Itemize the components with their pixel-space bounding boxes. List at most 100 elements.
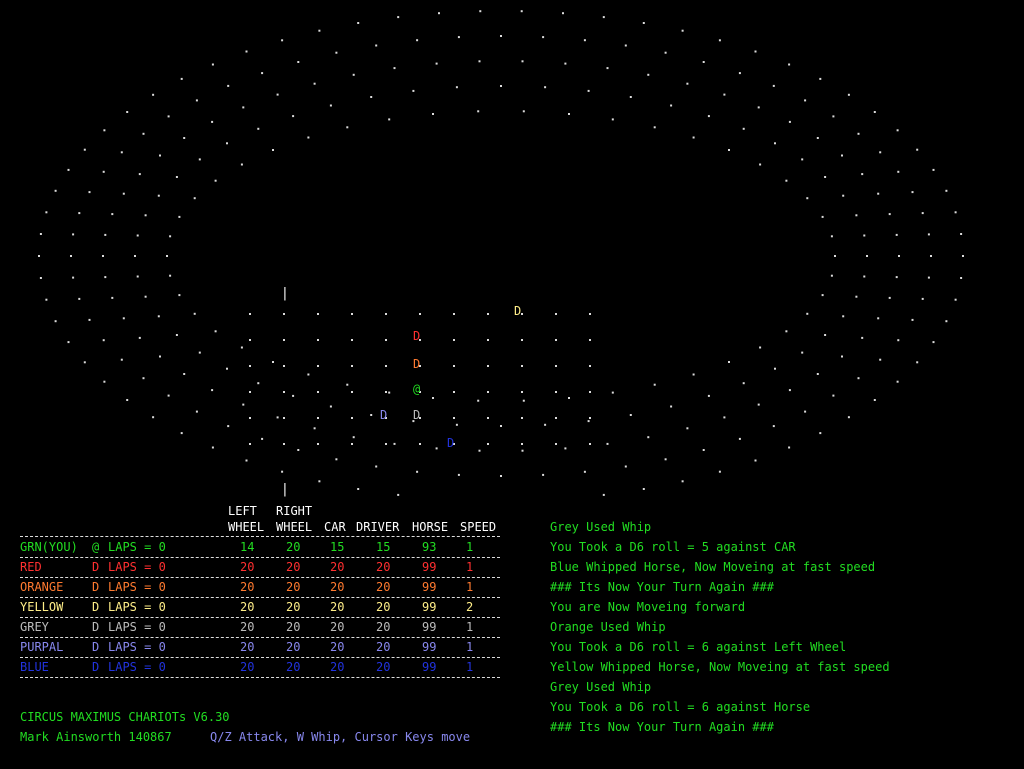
track-dot (916, 361, 919, 364)
row-car: 20 (330, 580, 345, 594)
track-dot (122, 192, 125, 195)
track-dot (788, 389, 791, 392)
track-dot (611, 391, 614, 394)
track-dot (261, 72, 264, 75)
track-dot (297, 61, 300, 63)
track-dot (142, 377, 145, 380)
track-dot (214, 179, 217, 182)
track-dot (806, 312, 809, 315)
row-laps: LAPS = 0 (108, 640, 166, 654)
track-dot (477, 399, 480, 402)
track-dot (855, 295, 858, 298)
row-right-wheel: 20 (286, 560, 301, 574)
track-dot (873, 399, 876, 401)
track-dot (759, 163, 762, 166)
track-dot (855, 214, 858, 217)
log-line: Grey Used Whip (550, 520, 652, 534)
track-dot (857, 377, 860, 380)
track-dot (945, 320, 948, 323)
track-dot (521, 391, 523, 393)
track-dot (166, 255, 168, 257)
row-speed: 1 (466, 540, 474, 554)
track-dot (397, 16, 400, 19)
row-name: PURPAL (20, 640, 64, 654)
track-dot (962, 255, 964, 257)
track-dot (911, 318, 914, 321)
row-horse: 99 (422, 600, 437, 614)
table-row-grey: GREY D LAPS = 0 20 20 20 20 99 1 (20, 620, 500, 640)
track-dot (500, 85, 502, 87)
track-dot (686, 82, 689, 85)
track-dot (249, 339, 251, 341)
track-dot (457, 36, 460, 39)
track-dot (824, 334, 827, 336)
track-dot (276, 93, 279, 96)
header-speed: SPEED (460, 520, 497, 534)
track-dot (102, 339, 105, 342)
row-right-wheel: 20 (286, 620, 301, 634)
track-dot (249, 313, 251, 315)
track-dot (788, 446, 791, 449)
track-dot (555, 443, 557, 445)
track-dot (283, 391, 285, 393)
start-marker-top: | (281, 286, 289, 301)
track-dot (195, 410, 198, 413)
track-dot (292, 115, 295, 118)
track-dot (175, 334, 178, 336)
row-speed: 2 (466, 600, 474, 614)
row-left-wheel: 20 (240, 620, 255, 634)
chariot-purpal: D (380, 408, 388, 422)
track-dot (385, 365, 387, 367)
log-line: Grey Used Whip (550, 680, 652, 694)
track-dot (788, 63, 791, 66)
row-laps: LAPS = 0 (108, 620, 166, 634)
track-dot (249, 417, 251, 419)
track-dot (606, 67, 609, 70)
track-dot (283, 365, 285, 367)
track-dot (178, 294, 181, 297)
track-dot (453, 365, 455, 367)
track-dot (195, 99, 198, 102)
track-dot (419, 443, 421, 445)
track-dot (861, 336, 864, 339)
row-driver: 20 (376, 580, 391, 594)
track-dot (88, 191, 91, 194)
track-dot (352, 436, 355, 439)
track-dot (157, 194, 160, 197)
track-dot (564, 447, 567, 450)
track-dot (370, 96, 373, 98)
header-left: LEFT (228, 504, 257, 518)
track-dot (211, 120, 214, 123)
row-car: 15 (330, 540, 345, 554)
track-dot (821, 294, 824, 297)
track-dot (555, 313, 557, 315)
track-dot (283, 339, 285, 341)
track-dot (157, 315, 160, 318)
track-dot (583, 39, 586, 42)
track-dot (211, 63, 214, 66)
track-dot (487, 365, 489, 367)
track-dot (911, 191, 914, 194)
track-dot (702, 61, 705, 63)
track-dot (824, 176, 827, 178)
row-laps: LAPS = 0 (108, 580, 166, 594)
track-dot (772, 84, 775, 87)
track-dot (568, 397, 570, 399)
track-dot (54, 189, 57, 192)
track-dot (313, 427, 316, 430)
track-dot (317, 443, 319, 445)
track-dot (847, 416, 850, 419)
track-dot (738, 72, 741, 75)
track-dot (453, 417, 455, 419)
row-driver: 15 (376, 540, 391, 554)
header-car: CAR (324, 520, 346, 534)
track-dot (819, 77, 822, 80)
row-glyph: @ (92, 540, 100, 554)
track-dot (500, 475, 502, 477)
track-dot (351, 443, 353, 445)
track-dot (120, 151, 123, 154)
track-dot (602, 493, 605, 496)
track-dots (38, 10, 964, 496)
table-row-red: RED D LAPS = 0 20 20 20 20 99 1 (20, 560, 500, 580)
track-dot (742, 127, 745, 130)
